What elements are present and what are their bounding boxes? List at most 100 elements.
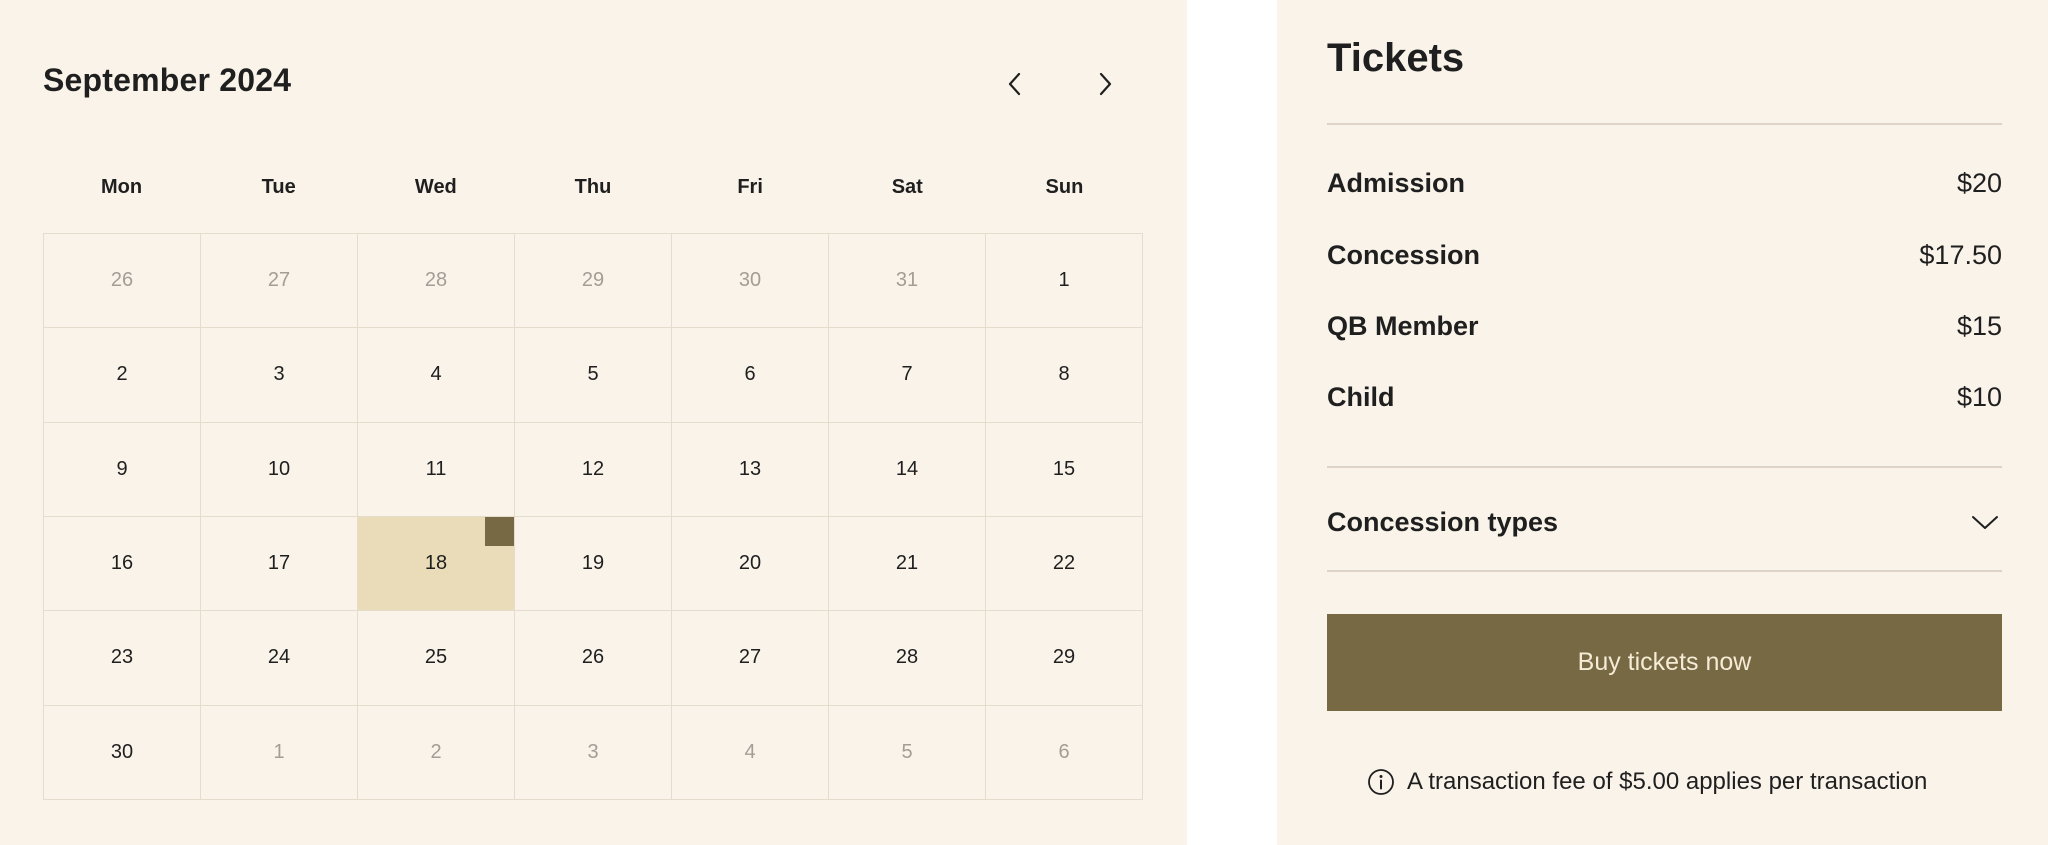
calendar-day-outside-month: 28 xyxy=(358,234,515,329)
calendar-day[interactable]: 4 xyxy=(358,328,515,423)
chevron-left-icon xyxy=(1008,72,1021,96)
calendar-day[interactable]: 23 xyxy=(44,611,201,706)
calendar-day-number: 4 xyxy=(744,740,756,763)
calendar-day[interactable]: 14 xyxy=(829,422,986,517)
calendar-day-number: 27 xyxy=(267,269,291,292)
weekday-label: Tue xyxy=(261,176,296,198)
calendar-day[interactable]: 17 xyxy=(201,517,358,612)
calendar-day-number: 19 xyxy=(581,552,605,575)
calendar-day-outside-month: 26 xyxy=(44,234,201,329)
calendar-day[interactable]: 5 xyxy=(515,328,672,423)
weekday-label: Fri xyxy=(737,176,763,198)
calendar-day[interactable]: 1 xyxy=(986,234,1143,329)
calendar-day-number: 30 xyxy=(738,269,762,292)
tickets-panel: Tickets Admission $20 Concession $17.50 … xyxy=(1277,0,2048,845)
calendar-day-number: 25 xyxy=(424,646,448,669)
calendar-day-outside-month: 2 xyxy=(358,705,515,800)
calendar-day-selected[interactable]: 18 xyxy=(358,517,515,612)
price-label: Admission xyxy=(1327,168,1466,198)
calendar-day-number: 18 xyxy=(424,552,448,575)
calendar-day[interactable]: 11 xyxy=(358,422,515,517)
previous-month-button[interactable] xyxy=(993,62,1037,106)
calendar-day-number: 28 xyxy=(424,269,448,292)
price-amount: $15 xyxy=(1956,311,2002,341)
calendar-day-number: 21 xyxy=(895,552,919,575)
price-amount: $17.50 xyxy=(1919,240,2002,270)
calendar-day-outside-month: 30 xyxy=(672,234,829,329)
chevron-right-icon xyxy=(1099,72,1112,96)
calendar-day-number: 6 xyxy=(1058,740,1070,763)
calendar-day[interactable]: 12 xyxy=(515,422,672,517)
calendar-day-number: 29 xyxy=(1052,646,1076,669)
buy-tickets-button[interactable]: Buy tickets now xyxy=(1327,614,2002,711)
calendar-day-number: 17 xyxy=(267,552,291,575)
calendar-day-number: 10 xyxy=(267,457,291,480)
calendar-day[interactable]: 10 xyxy=(201,422,358,517)
calendar-day-number: 2 xyxy=(116,363,128,386)
calendar-day-number: 26 xyxy=(581,646,605,669)
calendar-grid: 26 27 28 29 30 31 1 2 3 4 5 6 7 8 9 10 11 12 13 14 15 16 17 18 1… xyxy=(43,233,1143,800)
calendar-day[interactable]: 25 xyxy=(358,611,515,706)
calendar-day-number: 5 xyxy=(587,363,599,386)
calendar-day-number: 27 xyxy=(738,646,762,669)
calendar-day[interactable]: 27 xyxy=(672,611,829,706)
calendar-day[interactable]: 6 xyxy=(672,328,829,423)
calendar-day[interactable]: 22 xyxy=(986,517,1143,612)
calendar-day-number: 31 xyxy=(895,269,919,292)
price-amount: $20 xyxy=(1956,168,2002,198)
calendar-day[interactable]: 9 xyxy=(44,422,201,517)
calendar-day[interactable]: 21 xyxy=(829,517,986,612)
calendar-day-number: 28 xyxy=(895,646,919,669)
calendar-day-number: 8 xyxy=(1058,363,1070,386)
divider xyxy=(1327,466,2002,468)
chevron-down-icon xyxy=(1972,516,1998,529)
price-row-concession: Concession $17.50 xyxy=(1327,240,2002,271)
calendar-day-outside-month: 3 xyxy=(515,705,672,800)
calendar-day-number: 23 xyxy=(110,646,134,669)
next-month-button[interactable] xyxy=(1083,62,1127,106)
calendar-day[interactable]: 8 xyxy=(986,328,1143,423)
calendar-day-number: 30 xyxy=(110,740,134,763)
calendar-day[interactable]: 30 xyxy=(44,705,201,800)
calendar-day-outside-month: 4 xyxy=(672,705,829,800)
calendar-day-number: 5 xyxy=(901,740,913,763)
calendar-day-number: 9 xyxy=(116,457,128,480)
weekday-header: Mon Tue Wed Thu Fri Sat Sun xyxy=(43,170,1143,204)
calendar-day[interactable]: 24 xyxy=(201,611,358,706)
calendar-day-number: 11 xyxy=(425,457,447,480)
calendar-day-number: 24 xyxy=(267,646,291,669)
divider xyxy=(1327,570,2002,572)
weekday-label: Sun xyxy=(1045,176,1084,198)
calendar-day[interactable]: 29 xyxy=(986,611,1143,706)
calendar-day[interactable]: 15 xyxy=(986,422,1143,517)
month-title: September 2024 xyxy=(43,62,292,98)
calendar-day-number: 14 xyxy=(895,457,919,480)
calendar-day-number: 26 xyxy=(110,269,134,292)
calendar-day[interactable]: 20 xyxy=(672,517,829,612)
price-row-qb-member: QB Member $15 xyxy=(1327,311,2002,342)
calendar-day-number: 6 xyxy=(744,363,756,386)
calendar-day-number: 7 xyxy=(901,363,913,386)
calendar-day-number: 22 xyxy=(1052,552,1076,575)
calendar-panel: September 2024 Mon Tue Wed Thu Fri Sat S… xyxy=(0,0,1187,845)
calendar-day[interactable]: 7 xyxy=(829,328,986,423)
calendar-day[interactable]: 16 xyxy=(44,517,201,612)
calendar-day-number: 20 xyxy=(738,552,762,575)
calendar-day[interactable]: 13 xyxy=(672,422,829,517)
calendar-day[interactable]: 3 xyxy=(201,328,358,423)
transaction-fee-note: A transaction fee of $5.00 applies per t… xyxy=(1367,768,1927,796)
calendar-day[interactable]: 2 xyxy=(44,328,201,423)
concession-types-toggle[interactable]: Concession types xyxy=(1327,496,2002,548)
calendar-day-number: 16 xyxy=(110,552,134,575)
calendar-day[interactable]: 26 xyxy=(515,611,672,706)
weekday-label: Wed xyxy=(414,176,457,198)
calendar-day-outside-month: 6 xyxy=(986,705,1143,800)
calendar-day-outside-month: 31 xyxy=(829,234,986,329)
calendar-day[interactable]: 28 xyxy=(829,611,986,706)
calendar-day-number: 12 xyxy=(581,457,605,480)
tickets-title: Tickets xyxy=(1327,36,1465,80)
weekday-label: Mon xyxy=(101,176,143,198)
calendar-day[interactable]: 19 xyxy=(515,517,672,612)
calendar-day-number: 4 xyxy=(430,363,442,386)
calendar-day-number: 3 xyxy=(587,740,599,763)
